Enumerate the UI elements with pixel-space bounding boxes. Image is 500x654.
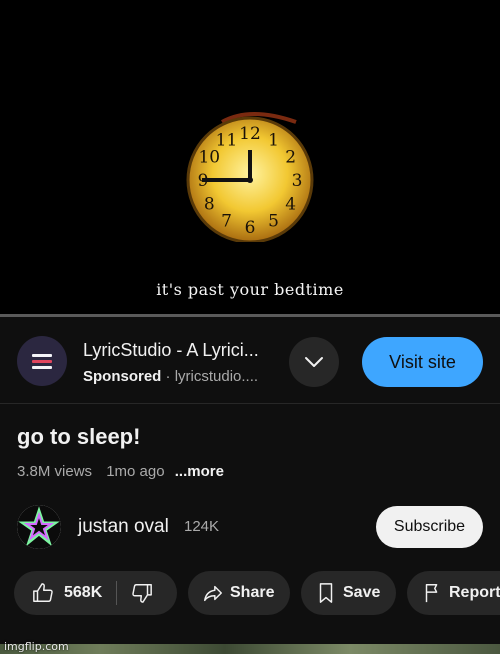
next-video-thumbnail-strip <box>0 644 500 654</box>
share-icon <box>204 585 222 602</box>
report-label: Report <box>449 584 500 601</box>
thumbs-down-icon[interactable] <box>131 582 153 604</box>
clock-numeral: 4 <box>285 195 296 215</box>
watermark: imgflip.com <box>4 640 69 653</box>
flag-icon <box>425 584 438 603</box>
clock-numeral: 8 <box>204 195 215 215</box>
video-caption: it's past your bedtime <box>156 280 344 299</box>
clock-numeral: 12 <box>239 124 261 144</box>
clock-numeral: 11 <box>216 130 238 150</box>
clock-numeral: 6 <box>245 218 256 238</box>
share-button[interactable]: Share <box>188 571 290 615</box>
visit-site-button[interactable]: Visit site <box>362 337 483 387</box>
sponsored-ad[interactable]: LyricStudio - A Lyrici... Sponsored · ly… <box>0 318 500 404</box>
thumbs-up-icon[interactable] <box>32 582 54 604</box>
video-title: go to sleep! <box>17 424 141 449</box>
clock-image: 121234567891011 <box>186 112 314 242</box>
clock-numeral: 1 <box>268 130 279 150</box>
save-label: Save <box>343 584 381 601</box>
ad-separator: · <box>165 368 171 385</box>
subscribe-button[interactable]: Subscribe <box>376 506 483 548</box>
clock-numeral: 2 <box>285 148 296 168</box>
more-link[interactable]: ...more <box>175 463 224 480</box>
expand-ad-button[interactable] <box>289 337 339 387</box>
view-count: 3.8M views <box>17 463 93 480</box>
share-label: Share <box>230 584 275 601</box>
clock-numeral: 3 <box>292 171 303 191</box>
like-count[interactable]: 568K <box>64 584 102 602</box>
like-dislike-group: 568K <box>14 571 177 615</box>
sponsored-label: Sponsored <box>83 368 162 385</box>
progress-bar[interactable] <box>0 314 500 317</box>
ad-subtitle: Sponsored · lyricstudio.... <box>83 368 278 385</box>
clock-numeral: 10 <box>198 148 220 168</box>
report-button[interactable]: Report <box>407 571 500 615</box>
video-meta[interactable]: 3.8M views 1mo ago ...more <box>17 463 224 480</box>
ad-logo <box>17 336 67 386</box>
upload-age: 1mo ago <box>106 463 165 480</box>
like-divider <box>116 581 118 605</box>
bookmark-icon <box>319 583 333 603</box>
ad-domain: lyricstudio.... <box>174 368 259 385</box>
chevron-down-icon <box>305 357 323 367</box>
star-logo-icon <box>17 505 61 549</box>
channel-avatar[interactable] <box>17 505 61 549</box>
channel-name[interactable]: justan oval <box>78 516 169 538</box>
clock-numeral: 7 <box>221 212 232 232</box>
save-button[interactable]: Save <box>301 571 396 615</box>
video-player[interactable]: 121234567891011 it's past your bedtime <box>0 0 500 317</box>
ad-title[interactable]: LyricStudio - A Lyrici... <box>83 340 278 361</box>
subscriber-count: 124K <box>184 518 220 535</box>
clock-numeral: 5 <box>268 212 279 232</box>
